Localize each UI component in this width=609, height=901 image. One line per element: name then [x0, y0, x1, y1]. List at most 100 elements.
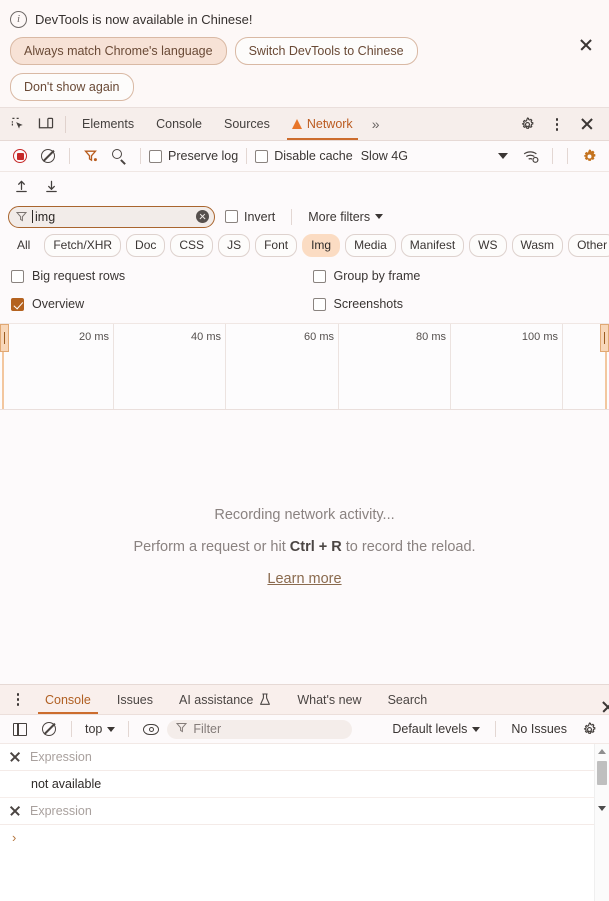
type-filter-other[interactable]: Other [568, 234, 609, 257]
devtools-close-button[interactable] [573, 111, 601, 137]
throttling-select[interactable]: Slow 4G [361, 149, 408, 163]
clear-input-icon[interactable] [196, 210, 209, 223]
drawer-tab-console[interactable]: Console [32, 685, 104, 714]
language-infobar: i DevTools is now available in Chinese! … [0, 0, 609, 108]
checkbox-box [11, 270, 24, 283]
recording-hint-text: Perform a request or hit Ctrl + R to rec… [133, 539, 475, 555]
hint-shortcut: Ctrl + R [290, 539, 342, 555]
import-har-button[interactable] [8, 175, 34, 199]
dont-show-again-button[interactable]: Don't show again [10, 73, 134, 101]
type-filter-manifest[interactable]: Manifest [401, 234, 464, 257]
type-filter-ws[interactable]: WS [469, 234, 506, 257]
checkbox-box [149, 150, 162, 163]
clear-icon [41, 149, 55, 163]
prompt-chevron-icon: › [12, 830, 16, 845]
console-settings-button[interactable] [576, 717, 602, 741]
screenshots-checkbox[interactable]: Screenshots [305, 297, 609, 311]
filter-funnel-icon [176, 722, 187, 736]
watch-expression-value: not available [0, 771, 609, 798]
devtools-main-menu-button[interactable] [543, 111, 571, 137]
type-filter-doc[interactable]: Doc [126, 234, 165, 257]
scrollbar-thumb[interactable] [597, 761, 607, 785]
text-cursor [32, 210, 33, 223]
tab-console[interactable]: Console [145, 108, 213, 140]
timeline-left-handle[interactable] [0, 324, 9, 352]
clear-requests-button[interactable] [35, 144, 61, 168]
type-filter-js[interactable]: JS [218, 234, 250, 257]
network-toolbar: Preserve log Disable cache Slow 4G [0, 141, 609, 172]
toggle-filter-button[interactable] [78, 144, 104, 168]
remove-expression-icon[interactable] [9, 751, 21, 763]
caret-down-icon [498, 153, 508, 159]
tab-sources[interactable]: Sources [213, 108, 281, 140]
throttling-caret-button[interactable] [490, 144, 516, 168]
console-sidebar-button[interactable] [7, 717, 33, 741]
network-conditions-button[interactable] [518, 144, 544, 168]
clear-console-button[interactable] [36, 717, 62, 741]
watch-expression-placeholder: Expression [30, 804, 92, 818]
export-har-button[interactable] [38, 175, 64, 199]
type-filter-fetch-xhr[interactable]: Fetch/XHR [44, 234, 121, 257]
console-prompt[interactable]: › [0, 825, 609, 849]
device-toolbar-button[interactable] [32, 111, 60, 137]
drawer-menu-button[interactable] [4, 687, 32, 713]
overview-checkbox[interactable]: Overview [0, 297, 305, 311]
remove-expression-icon[interactable] [9, 805, 21, 817]
search-button[interactable] [106, 144, 132, 168]
tab-sources-label: Sources [224, 117, 270, 131]
type-filter-font[interactable]: Font [255, 234, 297, 257]
drawer-tab-issues-label: Issues [117, 693, 153, 707]
scrollbar-down-button[interactable] [595, 801, 609, 816]
filter-input-value: img [35, 210, 191, 224]
disable-cache-checkbox[interactable]: Disable cache [255, 149, 353, 163]
timeline-right-handle[interactable] [600, 324, 609, 352]
drawer-tab-whats-new[interactable]: What's new [284, 685, 374, 714]
more-tabs-button[interactable]: » [364, 117, 388, 131]
more-filters-dropdown[interactable]: More filters [308, 210, 383, 224]
always-match-language-button[interactable]: Always match Chrome's language [10, 37, 227, 65]
invert-checkbox[interactable]: Invert [225, 210, 275, 224]
big-request-rows-checkbox[interactable]: Big request rows [0, 269, 305, 283]
checkbox-box [313, 298, 326, 311]
drawer-tab-ai-assistance[interactable]: AI assistance [166, 685, 284, 714]
type-filter-img[interactable]: Img [302, 234, 340, 257]
tab-network[interactable]: Network [281, 108, 364, 140]
overview-label: Overview [32, 297, 84, 311]
tab-elements-label: Elements [82, 117, 134, 131]
type-filter-wasm[interactable]: Wasm [512, 234, 564, 257]
tab-elements[interactable]: Elements [71, 108, 145, 140]
record-button[interactable] [7, 144, 33, 168]
scroll-up-arrow [598, 749, 606, 754]
type-filter-all[interactable]: All [8, 234, 39, 257]
console-levels-select[interactable]: Default levels [392, 722, 480, 736]
learn-more-link[interactable]: Learn more [267, 571, 341, 587]
infobar-close-button[interactable] [575, 34, 597, 56]
drawer-tab-issues[interactable]: Issues [104, 685, 166, 714]
filter-funnel-icon [84, 149, 98, 163]
switch-to-chinese-button[interactable]: Switch DevTools to Chinese [235, 37, 418, 65]
devtools-settings-button[interactable] [513, 111, 541, 137]
network-filter-input[interactable]: img [8, 206, 215, 228]
network-empty-state: Recording network activity... Perform a … [0, 410, 609, 684]
network-settings-button[interactable] [576, 144, 602, 168]
timeline-tick-label: 40 ms [191, 331, 225, 343]
inspect-element-button[interactable] [4, 111, 32, 137]
console-issues-counter[interactable]: No Issues [511, 722, 567, 736]
network-overview-timeline[interactable]: 20 ms 40 ms 60 ms 80 ms 100 ms [0, 324, 609, 410]
watch-expression-row[interactable]: Expression [0, 744, 609, 771]
toolbar-divider [69, 148, 70, 164]
drawer-tab-search[interactable]: Search [375, 685, 441, 714]
console-scrollbar[interactable] [594, 744, 609, 901]
toolbar-divider [567, 148, 568, 164]
scrollbar-up-button[interactable] [595, 744, 609, 759]
devtools-window: i DevTools is now available in Chinese! … [0, 0, 609, 901]
create-live-expression-button[interactable] [138, 717, 164, 741]
console-filter-input[interactable]: Filter [167, 720, 352, 739]
type-filter-css[interactable]: CSS [170, 234, 213, 257]
toolbar-divider [552, 148, 553, 164]
watch-expression-row[interactable]: Expression [0, 798, 609, 825]
type-filter-media[interactable]: Media [345, 234, 396, 257]
execution-context-select[interactable]: top [81, 722, 119, 736]
group-by-frame-checkbox[interactable]: Group by frame [305, 269, 609, 283]
preserve-log-checkbox[interactable]: Preserve log [149, 149, 238, 163]
